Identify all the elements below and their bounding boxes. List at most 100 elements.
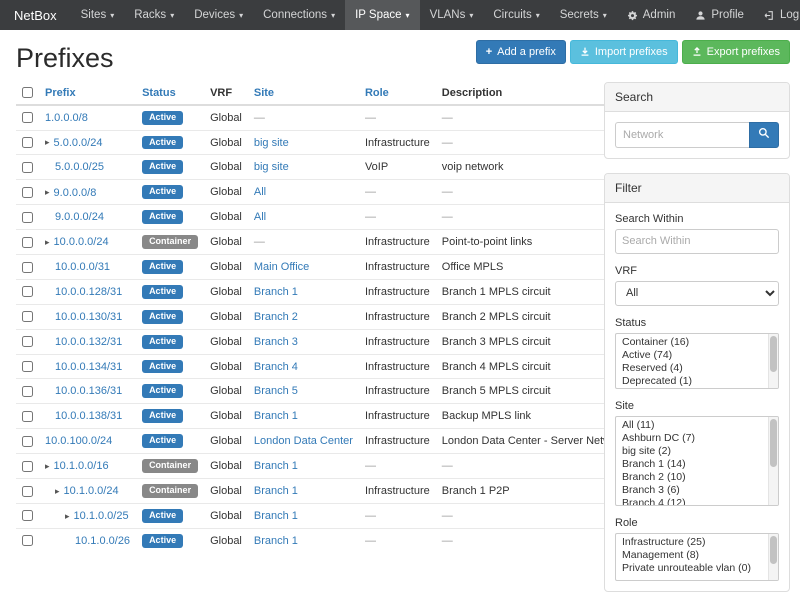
listbox-option[interactable]: Branch 1 (14) — [616, 458, 778, 471]
site-link[interactable]: Branch 1 — [254, 460, 298, 472]
site-link[interactable]: Branch 4 — [254, 361, 298, 373]
nav-item-sites[interactable]: Sites ▾ — [71, 0, 125, 30]
scrollbar[interactable] — [768, 334, 778, 388]
nav-item-logout[interactable]: Log out — [754, 0, 800, 30]
row-checkbox[interactable] — [22, 411, 33, 422]
row-checkbox[interactable] — [22, 436, 33, 447]
site-link[interactable]: London Data Center — [254, 435, 353, 447]
prefix-link[interactable]: 1.0.0.0/8 — [45, 112, 88, 124]
row-checkbox[interactable] — [22, 187, 33, 198]
row-checkbox[interactable] — [22, 461, 33, 472]
site-link[interactable]: Branch 2 — [254, 311, 298, 323]
nav-item-devices[interactable]: Devices ▾ — [184, 0, 253, 30]
role-listbox[interactable]: Infrastructure (25)Management (8)Private… — [615, 533, 779, 581]
prefix-link[interactable]: 9.0.0.0/24 — [55, 211, 104, 223]
nav-item-connections[interactable]: Connections ▾ — [253, 0, 345, 30]
vrf-select[interactable]: All — [615, 281, 779, 306]
site-link[interactable]: Branch 1 — [254, 485, 298, 497]
site-link[interactable]: big site — [254, 137, 289, 149]
site-link[interactable]: big site — [254, 161, 289, 173]
site-link[interactable]: Branch 1 — [254, 510, 298, 522]
listbox-option[interactable]: big site (2) — [616, 445, 778, 458]
prefix-link[interactable]: 10.0.0.0/31 — [55, 261, 110, 273]
site-link[interactable]: Branch 1 — [254, 286, 298, 298]
expand-arrow-icon[interactable]: ▸ — [55, 487, 60, 496]
prefix-link[interactable]: 10.0.0.128/31 — [55, 286, 122, 298]
row-checkbox[interactable] — [22, 286, 33, 297]
prefix-link[interactable]: 5.0.0.0/24 — [54, 137, 103, 149]
search-within-input[interactable] — [615, 229, 779, 254]
prefix-link[interactable]: 10.0.0.134/31 — [55, 361, 122, 373]
row-checkbox[interactable] — [22, 361, 33, 372]
row-checkbox[interactable] — [22, 112, 33, 123]
listbox-option[interactable]: Branch 2 (10) — [616, 471, 778, 484]
listbox-option[interactable]: Deprecated (1) — [616, 375, 778, 388]
listbox-option[interactable]: Branch 4 (12) — [616, 497, 778, 506]
row-checkbox[interactable] — [22, 336, 33, 347]
row-checkbox[interactable] — [22, 237, 33, 248]
search-input[interactable] — [615, 122, 749, 148]
prefix-link[interactable]: 10.0.0.130/31 — [55, 311, 122, 323]
site-link[interactable]: All — [254, 186, 266, 198]
listbox-option[interactable]: Container (16) — [616, 336, 778, 349]
sort-header-role[interactable]: Role — [365, 87, 389, 99]
prefix-link[interactable]: 10.1.0.0/24 — [64, 485, 119, 497]
listbox-option[interactable]: Ashburn DC (7) — [616, 432, 778, 445]
prefix-link[interactable]: 10.0.100.0/24 — [45, 435, 112, 447]
prefix-link[interactable]: 10.0.0.138/31 — [55, 410, 122, 422]
nav-item-ip-space[interactable]: IP Space ▾ — [345, 0, 419, 30]
prefix-link[interactable]: 10.0.0.132/31 — [55, 336, 122, 348]
prefix-link[interactable]: 5.0.0.0/25 — [55, 161, 104, 173]
listbox-option[interactable]: Private unrouteable vlan (0) — [616, 562, 778, 575]
nav-item-admin[interactable]: Admin — [617, 0, 686, 30]
prefix-link[interactable]: 9.0.0.0/8 — [54, 187, 97, 199]
site-listbox[interactable]: All (11)Ashburn DC (7)big site (2)Branch… — [615, 416, 779, 506]
row-checkbox[interactable] — [22, 510, 33, 521]
row-checkbox[interactable] — [22, 535, 33, 546]
site-link[interactable]: Branch 3 — [254, 336, 298, 348]
site-link[interactable]: Branch 1 — [254, 535, 298, 547]
row-checkbox[interactable] — [22, 262, 33, 273]
search-button[interactable] — [749, 122, 779, 148]
prefix-link[interactable]: 10.0.0.0/24 — [54, 236, 109, 248]
brand-logo[interactable]: NetBox — [0, 0, 71, 30]
row-checkbox[interactable] — [22, 386, 33, 397]
nav-item-circuits[interactable]: Circuits ▾ — [483, 0, 549, 30]
prefix-link[interactable]: 10.1.0.0/25 — [74, 510, 129, 522]
row-checkbox[interactable] — [22, 486, 33, 497]
nav-item-vlans[interactable]: VLANs ▾ — [420, 0, 484, 30]
nav-item-secrets[interactable]: Secrets ▾ — [550, 0, 617, 30]
row-checkbox[interactable] — [22, 162, 33, 173]
prefix-link[interactable]: 10.0.0.136/31 — [55, 385, 122, 397]
select-all-checkbox[interactable] — [22, 87, 33, 98]
row-checkbox[interactable] — [22, 212, 33, 223]
import-prefixes-button[interactable]: Import prefixes — [570, 40, 678, 64]
prefix-link[interactable]: 10.1.0.0/16 — [54, 460, 109, 472]
expand-arrow-icon[interactable]: ▸ — [45, 188, 50, 197]
expand-arrow-icon[interactable]: ▸ — [45, 138, 50, 147]
sort-header-prefix[interactable]: Prefix — [45, 87, 76, 99]
row-checkbox[interactable] — [22, 137, 33, 148]
listbox-option[interactable]: Branch 3 (6) — [616, 484, 778, 497]
expand-arrow-icon[interactable]: ▸ — [45, 238, 50, 247]
listbox-option[interactable]: Active (74) — [616, 349, 778, 362]
listbox-option[interactable]: Infrastructure (25) — [616, 536, 778, 549]
status-listbox[interactable]: Container (16)Active (74)Reserved (4)Dep… — [615, 333, 779, 389]
sort-header-site[interactable]: Site — [254, 87, 274, 99]
site-link[interactable]: All — [254, 211, 266, 223]
site-link[interactable]: Main Office — [254, 261, 309, 273]
nav-item-profile[interactable]: Profile — [685, 0, 754, 30]
scrollbar[interactable] — [768, 417, 778, 505]
prefix-link[interactable]: 10.1.0.0/26 — [75, 535, 130, 547]
export-prefixes-button[interactable]: Export prefixes — [682, 40, 790, 64]
row-checkbox[interactable] — [22, 311, 33, 322]
listbox-option[interactable]: Management (8) — [616, 549, 778, 562]
site-link[interactable]: Branch 5 — [254, 385, 298, 397]
listbox-option[interactable]: Reserved (4) — [616, 362, 778, 375]
listbox-option[interactable]: All (11) — [616, 419, 778, 432]
add-prefix-button[interactable]: + Add a prefix — [476, 40, 566, 64]
expand-arrow-icon[interactable]: ▸ — [45, 462, 50, 471]
sort-header-status[interactable]: Status — [142, 87, 176, 99]
scrollbar[interactable] — [768, 534, 778, 580]
expand-arrow-icon[interactable]: ▸ — [65, 512, 70, 521]
